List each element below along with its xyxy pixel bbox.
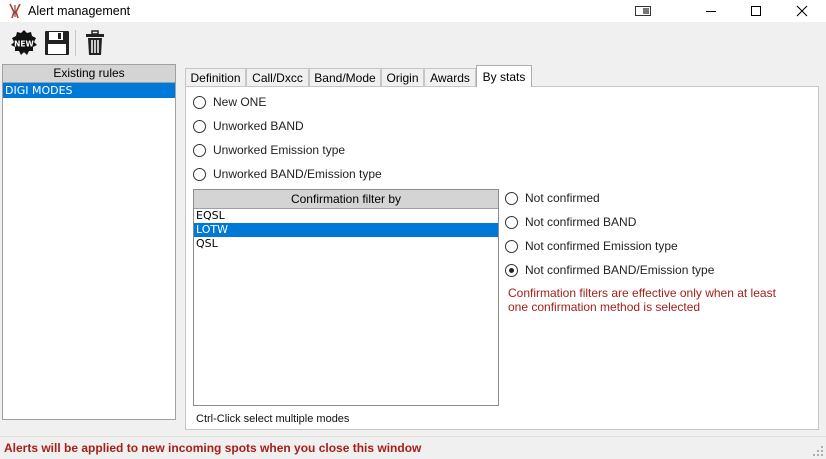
- save-icon: [45, 31, 69, 55]
- rules-list-header: Existing rules: [3, 65, 175, 83]
- confirmation-item-lotw[interactable]: LOTW: [194, 223, 498, 237]
- toolbar-separator: [75, 30, 76, 56]
- option-label: Unworked BAND: [213, 119, 304, 133]
- restore-icon: [635, 6, 651, 16]
- option-label: Not confirmed BAND: [525, 215, 637, 229]
- option-not-confirmed-emission[interactable]: Not confirmed Emission type: [505, 238, 678, 254]
- option-not-confirmed-band-emission[interactable]: Not confirmed BAND/Emission type: [505, 262, 714, 278]
- radio-not-confirmed-emission[interactable]: [505, 239, 518, 253]
- new-badge-text: NEW: [14, 40, 34, 49]
- tab-by-stats[interactable]: By stats: [476, 65, 532, 87]
- toolbar: [0, 22, 826, 62]
- option-unworked-band[interactable]: Unworked BAND: [193, 118, 304, 134]
- minimize-icon: [706, 11, 716, 12]
- option-unworked-band-emission[interactable]: Unworked BAND/Emission type: [193, 166, 382, 182]
- tab-call-dxcc[interactable]: Call/Dxcc: [246, 68, 309, 87]
- app-icon: [9, 3, 21, 19]
- restore-button[interactable]: [620, 0, 666, 22]
- window-title: Alert management: [28, 4, 131, 18]
- option-new-one[interactable]: New ONE: [193, 94, 266, 110]
- radio-not-confirmed[interactable]: [505, 191, 518, 205]
- confirmation-warning-line-1: Confirmation filters are effective only …: [508, 286, 776, 300]
- option-not-confirmed-band[interactable]: Not confirmed BAND: [505, 214, 636, 230]
- save-button[interactable]: [42, 28, 72, 58]
- new-rule-button[interactable]: NEW: [9, 28, 39, 58]
- confirmation-warning-line-2: one confirmation method is selected: [508, 300, 701, 314]
- tab-awards[interactable]: Awards: [424, 68, 476, 87]
- maximize-button[interactable]: [733, 0, 779, 22]
- radio-new-one[interactable]: [193, 95, 206, 109]
- new-rule-icon: NEW: [11, 30, 37, 55]
- close-button[interactable]: [779, 0, 825, 22]
- radio-unworked-band[interactable]: [193, 119, 206, 133]
- radio-not-confirmed-band-emission[interactable]: [505, 263, 518, 277]
- rules-list[interactable]: Existing rules DIGI MODES: [2, 64, 176, 420]
- option-label: Not confirmed: [525, 191, 600, 205]
- option-label: New ONE: [213, 95, 267, 109]
- option-label: Unworked Emission type: [213, 143, 346, 157]
- radio-unworked-band-emission[interactable]: [193, 167, 206, 181]
- option-not-confirmed[interactable]: Not confirmed: [505, 190, 600, 206]
- multi-select-hint: Ctrl-Click select multiple modes: [196, 413, 350, 425]
- status-message: Alerts will be applied to new incoming s…: [4, 441, 422, 455]
- radio-unworked-emission[interactable]: [193, 143, 206, 157]
- confirmation-filter-list[interactable]: Confirmation filter by EQSL LOTW QSL: [193, 189, 499, 406]
- tab-band-mode[interactable]: Band/Mode: [309, 68, 381, 87]
- tab-definition[interactable]: Definition: [185, 68, 246, 87]
- confirmation-filter-header: Confirmation filter by: [194, 190, 498, 209]
- status-bar: Alerts will be applied to new incoming s…: [0, 436, 826, 459]
- rule-item-digi-modes[interactable]: DIGI MODES: [3, 83, 175, 98]
- radio-not-confirmed-band[interactable]: [505, 215, 518, 229]
- option-label: Not confirmed BAND/Emission type: [525, 263, 715, 277]
- close-icon: [796, 5, 808, 17]
- delete-button[interactable]: [80, 28, 110, 58]
- confirmation-warning: Confirmation filters are effective only …: [508, 286, 808, 314]
- maximize-icon: [751, 6, 761, 16]
- option-label: Not confirmed Emission type: [525, 239, 678, 253]
- minimize-button[interactable]: [688, 0, 734, 22]
- confirmation-item-qsl[interactable]: QSL: [194, 237, 498, 251]
- resize-grip-icon[interactable]: [812, 445, 824, 457]
- confirmation-item-eqsl[interactable]: EQSL: [194, 209, 498, 223]
- title-bar: Alert management: [0, 0, 826, 22]
- option-unworked-emission[interactable]: Unworked Emission type: [193, 142, 345, 158]
- delete-icon: [86, 30, 104, 55]
- tab-origin[interactable]: Origin: [381, 68, 424, 87]
- option-label: Unworked BAND/Emission type: [213, 167, 382, 181]
